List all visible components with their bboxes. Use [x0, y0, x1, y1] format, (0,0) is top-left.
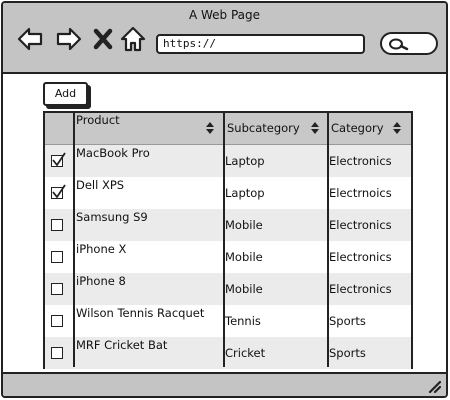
category-cell: Electronics [329, 250, 392, 264]
row-checkbox[interactable] [51, 347, 63, 359]
column-divider [223, 113, 225, 367]
resize-grip-icon[interactable] [427, 379, 441, 393]
column-header-subcategory[interactable]: Subcategory [227, 121, 300, 135]
subcategory-cell: Laptop [225, 186, 265, 200]
sort-arrows-icon[interactable] [392, 121, 402, 135]
product-cell: MacBook Pro [76, 146, 150, 160]
table-row[interactable]: Samsung S9 Mobile Electronics [45, 209, 411, 241]
back-arrow-icon[interactable] [16, 25, 44, 53]
table-header-row: Product Subcategory Category [45, 113, 411, 145]
address-bar[interactable]: https:// [156, 34, 365, 54]
checkmark-icon [52, 184, 66, 199]
product-cell: Samsung S9 [76, 210, 148, 224]
row-checkbox[interactable] [51, 315, 63, 327]
subcategory-cell: Laptop [225, 154, 265, 168]
row-checkbox[interactable] [51, 251, 63, 263]
column-divider [73, 113, 75, 367]
row-checkbox[interactable] [51, 152, 66, 167]
column-divider [327, 113, 329, 367]
table-row[interactable]: iPhone 8 Mobile Electronics [45, 273, 411, 305]
category-cell: Sports [329, 314, 366, 328]
product-cell: iPhone X [76, 242, 127, 256]
column-header-category[interactable]: Category [331, 121, 384, 135]
table-row[interactable]: Dell XPS Laptop Electrnoics [45, 177, 411, 209]
products-table: Product Subcategory Category MacBook Pro… [43, 111, 413, 369]
product-cell: MRF Cricket Bat [76, 338, 168, 352]
add-button[interactable]: Add [43, 82, 88, 106]
checkmark-icon [52, 152, 66, 167]
window-title: A Web Page [188, 8, 261, 22]
sort-arrows-icon[interactable] [205, 121, 215, 135]
forward-arrow-icon[interactable] [55, 25, 83, 53]
subcategory-cell: Mobile [225, 282, 263, 296]
category-cell: Electronics [329, 154, 392, 168]
subcategory-cell: Tennis [225, 314, 261, 328]
table-row[interactable]: iPhone X Mobile Electronics [45, 241, 411, 273]
browser-toolbar: A Web Page https:// [3, 3, 446, 74]
column-header-product[interactable]: Product [76, 113, 120, 127]
close-icon[interactable] [91, 25, 115, 53]
sort-arrows-icon[interactable] [310, 121, 320, 135]
subcategory-cell: Mobile [225, 250, 263, 264]
subcategory-cell: Cricket [225, 346, 266, 360]
category-cell: Electrnoics [329, 186, 392, 200]
row-checkbox[interactable] [51, 283, 63, 295]
product-cell: iPhone 8 [76, 274, 126, 288]
search-field[interactable] [380, 32, 438, 55]
search-icon [389, 38, 409, 51]
home-icon[interactable] [119, 25, 147, 53]
table-row[interactable]: MacBook Pro Laptop Electronics [45, 145, 411, 177]
row-checkbox[interactable] [51, 219, 63, 231]
product-cell: Dell XPS [76, 178, 125, 192]
category-cell: Electronics [329, 218, 392, 232]
row-checkbox[interactable] [51, 184, 66, 199]
product-cell: Wilson Tennis Racquet [76, 306, 205, 320]
table-row[interactable]: MRF Cricket Bat Cricket Sports [45, 337, 411, 369]
browser-window: A Web Page https:// Add Product Subcateg… [1, 1, 448, 398]
category-cell: Sports [329, 346, 366, 360]
status-bar [3, 372, 446, 396]
subcategory-cell: Mobile [225, 218, 263, 232]
category-cell: Electronics [329, 282, 392, 296]
table-row[interactable]: Wilson Tennis Racquet Tennis Sports [45, 305, 411, 337]
